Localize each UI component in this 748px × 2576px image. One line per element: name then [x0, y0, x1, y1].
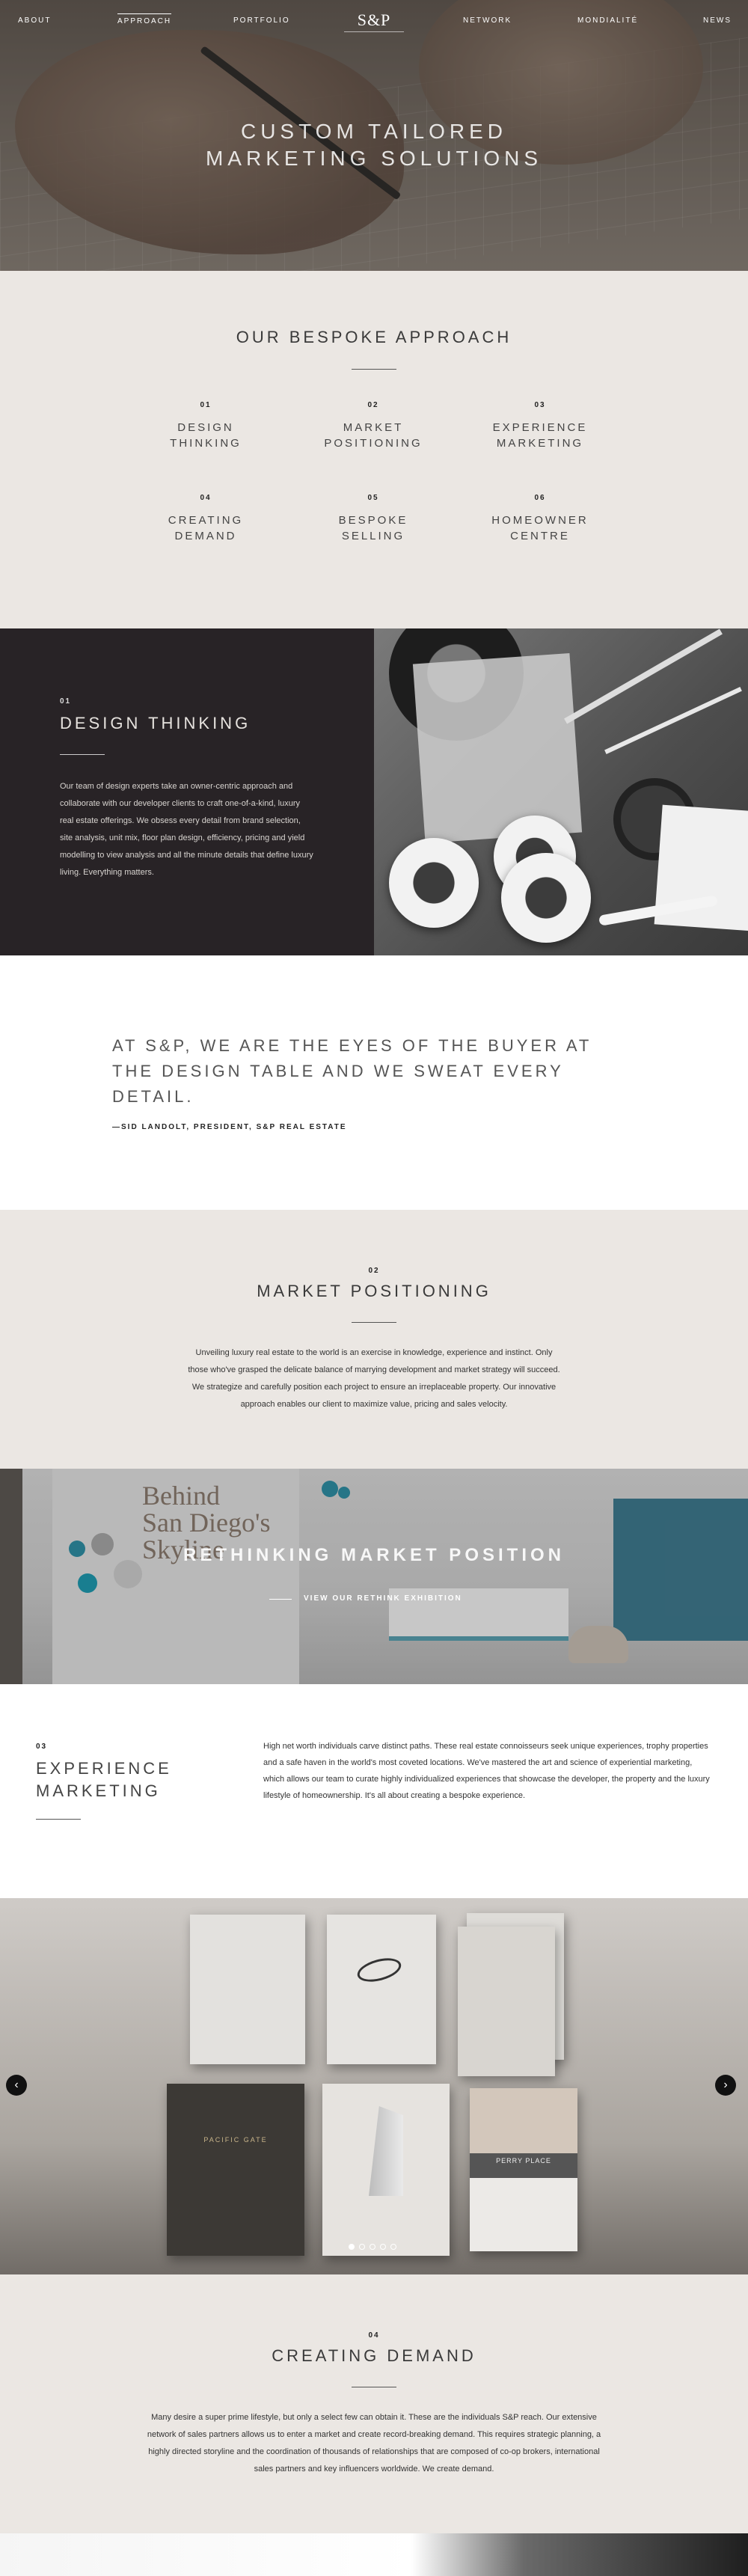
brochure-logo-icon [355, 1954, 404, 1986]
exhibition-link-line [269, 1599, 292, 1600]
design-thinking-body: Our team of design experts take an owner… [60, 782, 313, 877]
top-navigation: ABOUT APPROACH PORTFOLIO S&P NETWORK MON… [0, 0, 748, 43]
step-homeowner-centre[interactable]: 06 HOMEOWNER CENTRE [465, 494, 615, 544]
exhibition-overlay [0, 1469, 748, 1684]
design-thinking-divider [60, 754, 105, 755]
brochure-carousel: PACIFIC GATE PERRY PLACE ‹ › [0, 1898, 748, 2274]
approach-title: OUR BESPOKE APPROACH [236, 328, 512, 346]
section-number: 02 [368, 1267, 380, 1275]
carousel-dot[interactable] [349, 2244, 355, 2250]
tape-roll-image-3 [501, 853, 591, 943]
nav-portfolio[interactable]: PORTFOLIO [233, 16, 290, 25]
market-positioning-title: MARKET POSITIONING [257, 1282, 491, 1300]
step-experience-marketing[interactable]: 03 EXPERIENCE MARKETING [465, 401, 615, 451]
step-design-thinking[interactable]: 01 DESIGN THINKING [131, 401, 280, 451]
step-label: MARKET POSITIONING [324, 421, 423, 450]
creating-demand-body: Many desire a super prime lifestyle, but… [147, 2413, 601, 2473]
market-positioning-section: 02 MARKET POSITIONING Unveiling luxury r… [0, 1210, 748, 1469]
sp-logo[interactable]: S&P [344, 10, 404, 32]
section-number: 03 [36, 1743, 48, 1751]
nav-about[interactable]: ABOUT [18, 16, 51, 25]
market-positioning-body: Unveiling luxury real estate to the worl… [188, 1348, 560, 1409]
section-number: 04 [368, 2331, 380, 2340]
step-number: 01 [200, 401, 212, 409]
brochure-image [327, 1915, 436, 2064]
brochure-image: PERRY PLACE [470, 2088, 577, 2251]
brochure-image: PACIFIC GATE [167, 2084, 304, 2256]
chevron-left-icon: ‹ [14, 2078, 19, 2091]
creating-demand-title: CREATING DEMAND [272, 2346, 476, 2365]
step-label: DESIGN THINKING [170, 421, 242, 450]
experience-marketing-body: High net worth individuals carve distinc… [263, 1742, 710, 1800]
quote-text: AT S&P, WE ARE THE EYES OF THE BUYER AT … [112, 1036, 592, 1106]
step-bespoke-selling[interactable]: 05 BESPOKE SELLING [298, 494, 448, 544]
carousel-next-button[interactable]: › [715, 2075, 736, 2096]
approach-section: OUR BESPOKE APPROACH 01 DESIGN THINKING 0… [0, 271, 748, 628]
hero-title-line2: MARKETING SOLUTIONS [205, 147, 543, 170]
experience-marketing-section: 03 EXPERIENCE MARKETING High net worth i… [0, 1684, 748, 1898]
tower-illustration-image [369, 2106, 403, 2196]
nav-mondialite[interactable]: MONDIALITÉ [577, 16, 638, 25]
hero-title: CUSTOM TAILORED MARKETING SOLUTIONS [0, 118, 748, 172]
step-creating-demand[interactable]: 04 CREATING DEMAND [131, 494, 280, 544]
chevron-right-icon: › [723, 2078, 728, 2091]
experience-marketing-title: EXPERIENCE MARKETING [36, 1759, 172, 1800]
step-market-positioning[interactable]: 02 MARKET POSITIONING [298, 401, 448, 451]
tape-roll-image [389, 838, 479, 928]
section-number: 01 [60, 697, 72, 706]
design-tools-image [374, 628, 748, 955]
view-exhibition-link[interactable]: VIEW OUR RETHINK EXHIBITION [304, 1594, 462, 1603]
design-thinking-panel: 01 DESIGN THINKING Our team of design ex… [0, 628, 374, 955]
step-number: 03 [534, 401, 546, 409]
hero-title-line1: CUSTOM TAILORED [240, 120, 508, 143]
next-section-image-strip [0, 2533, 748, 2576]
knife-image [604, 687, 742, 754]
step-number: 05 [367, 494, 379, 502]
step-label: EXPERIENCE MARKETING [492, 421, 588, 450]
carousel-prev-button[interactable]: ‹ [6, 2075, 27, 2096]
approach-divider [352, 369, 396, 370]
brochure-image [458, 1927, 555, 2076]
nav-news[interactable]: NEWS [703, 16, 732, 25]
carousel-dot[interactable] [359, 2244, 365, 2250]
brochure-image [322, 2084, 450, 2256]
step-number: 06 [534, 494, 546, 502]
step-label: BESPOKE SELLING [338, 514, 408, 542]
brochure-label: PERRY PLACE [496, 2157, 551, 2164]
step-label: HOMEOWNER CENTRE [491, 514, 589, 542]
market-positioning-divider [352, 1322, 396, 1323]
step-number: 04 [200, 494, 212, 502]
quote-section: AT S&P, WE ARE THE EYES OF THE BUYER AT … [0, 955, 748, 1210]
nav-approach[interactable]: APPROACH [117, 13, 172, 25]
carousel-dot[interactable] [370, 2244, 375, 2250]
nav-network[interactable]: NETWORK [463, 16, 512, 25]
design-thinking-section: 01 DESIGN THINKING Our team of design ex… [0, 628, 748, 955]
design-thinking-title: DESIGN THINKING [60, 714, 251, 732]
carousel-pagination [349, 2244, 401, 2250]
carousel-dot[interactable] [380, 2244, 386, 2250]
paper-sheet-image [412, 652, 583, 844]
exhibition-title: RETHINKING MARKET POSITION [183, 1545, 565, 1565]
brochure-label: PACIFIC GATE [203, 2136, 268, 2144]
experience-marketing-divider [36, 1819, 81, 1820]
carousel-dot[interactable] [390, 2244, 396, 2250]
brochure-image [190, 1915, 305, 2064]
step-label: CREATING DEMAND [168, 514, 244, 542]
exhibition-banner: Behind San Diego's Skyline RETHINKING MA… [0, 1469, 748, 1684]
quote-author: —SID LANDOLT, PRESIDENT, S&P REAL ESTATE [112, 1123, 347, 1131]
creating-demand-section: 04 CREATING DEMAND Many desire a super p… [0, 2274, 748, 2533]
step-number: 02 [367, 401, 379, 409]
